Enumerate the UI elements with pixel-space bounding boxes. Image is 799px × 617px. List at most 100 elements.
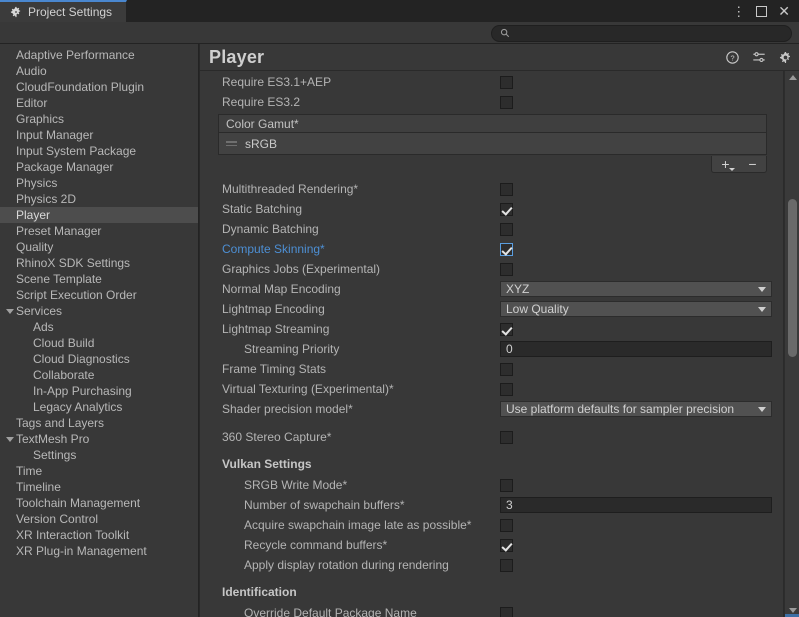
search-input[interactable]	[515, 27, 783, 40]
sidebar-item-toolchain-management[interactable]: Toolchain Management	[0, 495, 198, 511]
setting-row-frame-timing-stats: Frame Timing Stats	[222, 359, 784, 379]
scroll-down-arrow-icon[interactable]	[789, 608, 797, 613]
sidebar-item-in-app-purchasing[interactable]: In-App Purchasing	[0, 383, 198, 399]
setting-label: Override Default Package Name	[244, 606, 417, 617]
chevron-down-icon	[728, 168, 735, 171]
sidebar-item-label: Script Execution Order	[16, 288, 137, 302]
close-icon[interactable]: ✕	[778, 4, 790, 18]
list-item[interactable]: sRGB	[218, 133, 767, 155]
checkbox-multithreaded-rendering[interactable]	[500, 182, 513, 196]
checkbox-srgb-write-mode[interactable]	[500, 478, 513, 492]
window-controls: ⋮ ✕	[732, 0, 797, 22]
checkbox-lightmap-streaming[interactable]	[500, 322, 513, 336]
section-title: Identification	[222, 585, 297, 599]
sidebar-item-settings[interactable]: Settings	[0, 447, 198, 463]
sidebar-item-xr-plug-in-management[interactable]: XR Plug-in Management	[0, 543, 198, 559]
sidebar-item-script-execution-order[interactable]: Script Execution Order	[0, 287, 198, 303]
svg-text:?: ?	[730, 53, 734, 62]
dropdown-value: Low Quality	[506, 302, 569, 316]
checkbox-360-stereo-capture[interactable]	[500, 430, 513, 444]
sidebar-item-player[interactable]: Player	[0, 207, 198, 223]
search-box[interactable]	[491, 25, 792, 42]
dropdown-normal-map-encoding[interactable]: XYZ	[500, 281, 772, 297]
remove-item-button[interactable]: −	[748, 157, 756, 171]
chevron-down-icon[interactable]	[6, 437, 14, 442]
setting-label: Multithreaded Rendering*	[222, 182, 359, 196]
checkbox-require-es3-2[interactable]	[500, 95, 513, 109]
checkbox-override-default-package-name[interactable]	[500, 606, 513, 617]
sidebar-item-services[interactable]: Services	[0, 303, 198, 319]
sidebar-item-scene-template[interactable]: Scene Template	[0, 271, 198, 287]
dropdown-shader-precision-model[interactable]: Use platform defaults for sampler precis…	[500, 401, 772, 417]
drag-handle-icon[interactable]	[226, 141, 237, 146]
checkbox-acquire-swapchain-image-late-as-possible[interactable]	[500, 518, 513, 532]
gear-icon[interactable]	[779, 51, 792, 64]
section-header-identification: Identification	[222, 581, 784, 603]
setting-row-apply-display-rotation-during-rendering: Apply display rotation during rendering	[222, 555, 784, 575]
panel-header-icons: ?	[726, 44, 792, 71]
setting-label: Require ES3.2	[222, 95, 301, 109]
checkbox-static-batching[interactable]	[500, 202, 513, 216]
number-field-streaming-priority[interactable]: 0	[500, 341, 772, 357]
sidebar-item-cloud-build[interactable]: Cloud Build	[0, 335, 198, 351]
sidebar-item-cloudfoundation-plugin[interactable]: CloudFoundation Plugin	[0, 79, 198, 95]
checkbox-compute-skinning[interactable]	[500, 242, 513, 256]
checkbox-require-es3-1-aep[interactable]	[500, 75, 513, 89]
sidebar-item-input-system-package[interactable]: Input System Package	[0, 143, 198, 159]
sidebar-item-timeline[interactable]: Timeline	[0, 479, 198, 495]
checkbox-dynamic-batching[interactable]	[500, 222, 513, 236]
sidebar-item-xr-interaction-toolkit[interactable]: XR Interaction Toolkit	[0, 527, 198, 543]
sidebar-item-cloud-diagnostics[interactable]: Cloud Diagnostics	[0, 351, 198, 367]
dropdown-lightmap-encoding[interactable]: Low Quality	[500, 301, 772, 317]
number-field-number-of-swapchain-buffers[interactable]: 3	[500, 497, 772, 513]
checkbox-apply-display-rotation-during-rendering[interactable]	[500, 558, 513, 572]
sidebar-item-label: Package Manager	[16, 160, 114, 174]
setting-label: Graphics Jobs (Experimental)	[222, 262, 381, 276]
sidebar-item-preset-manager[interactable]: Preset Manager	[0, 223, 198, 239]
search-icon	[500, 27, 510, 41]
sidebar-item-collaborate[interactable]: Collaborate	[0, 367, 198, 383]
sidebar-item-legacy-analytics[interactable]: Legacy Analytics	[0, 399, 198, 415]
sidebar-item-graphics[interactable]: Graphics	[0, 111, 198, 127]
setting-row-lightmap-streaming: Lightmap Streaming	[222, 319, 784, 339]
sidebar-item-rhinox-sdk-settings[interactable]: RhinoX SDK Settings	[0, 255, 198, 271]
scrollbar-thumb[interactable]	[788, 199, 797, 357]
sidebar-item-physics-2d[interactable]: Physics 2D	[0, 191, 198, 207]
sidebar-item-time[interactable]: Time	[0, 463, 198, 479]
sidebar-item-input-manager[interactable]: Input Manager	[0, 127, 198, 143]
sidebar-item-quality[interactable]: Quality	[0, 239, 198, 255]
list-footer-controls: + −	[711, 156, 767, 173]
sidebar-item-editor[interactable]: Editor	[0, 95, 198, 111]
setting-row-360-stereo-capture: 360 Stereo Capture*	[222, 427, 784, 447]
sidebar-item-physics[interactable]: Physics	[0, 175, 198, 191]
checkbox-recycle-command-buffers[interactable]	[500, 538, 513, 552]
setting-label: 360 Stereo Capture*	[222, 430, 332, 444]
help-icon[interactable]: ?	[726, 51, 739, 64]
setting-row-dynamic-batching: Dynamic Batching	[222, 219, 784, 239]
sidebar-item-adaptive-performance[interactable]: Adaptive Performance	[0, 47, 198, 63]
add-item-button[interactable]: +	[721, 157, 735, 171]
checkbox-graphics-jobs-experimental[interactable]	[500, 262, 513, 276]
maximize-icon[interactable]	[756, 5, 768, 17]
checkbox-virtual-texturing-experimental[interactable]	[500, 382, 513, 396]
tab-project-settings[interactable]: Project Settings	[0, 0, 128, 22]
sidebar-item-tags-and-layers[interactable]: Tags and Layers	[0, 415, 198, 431]
sidebar-item-ads[interactable]: Ads	[0, 319, 198, 335]
checkbox-frame-timing-stats[interactable]	[500, 362, 513, 376]
scroll-up-arrow-icon[interactable]	[789, 75, 797, 80]
preset-icon[interactable]	[752, 51, 766, 64]
setting-row-recycle-command-buffers: Recycle command buffers*	[222, 535, 784, 555]
vertical-scrollbar[interactable]	[784, 71, 799, 617]
setting-row-shader-precision-model: Shader precision model* Use platform defa…	[222, 399, 784, 419]
sidebar-item-version-control[interactable]: Version Control	[0, 511, 198, 527]
chevron-down-icon[interactable]	[6, 309, 14, 314]
kebab-menu-icon[interactable]: ⋮	[732, 5, 745, 18]
player-settings-panel: Player ? Require ES3.1+AEP Require ES3.2…	[200, 44, 799, 617]
settings-sidebar[interactable]: Adaptive Performance Audio CloudFoundation…	[0, 44, 199, 617]
sidebar-item-audio[interactable]: Audio	[0, 63, 198, 79]
settings-content: Require ES3.1Require ES3.1+AEPRequire ES…	[200, 71, 784, 617]
sidebar-item-textmesh-pro[interactable]: TextMesh Pro	[0, 431, 198, 447]
sidebar-item-package-manager[interactable]: Package Manager	[0, 159, 198, 175]
list-item-label: sRGB	[245, 136, 278, 151]
setting-label: Frame Timing Stats	[222, 362, 327, 376]
